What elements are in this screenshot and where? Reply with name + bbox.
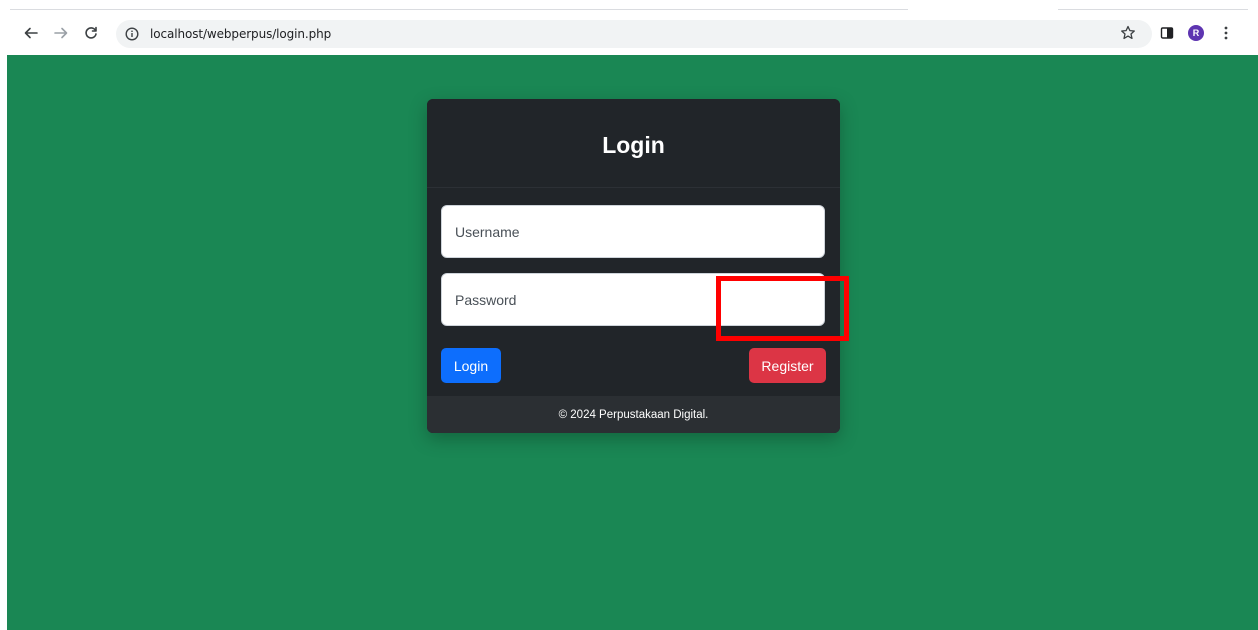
browser-toolbar: localhost/webperpus/login.php R (0, 14, 1258, 54)
login-card: Login Login Register © 2024 Perpustakaan… (427, 99, 840, 433)
reload-icon[interactable] (80, 22, 102, 44)
card-header: Login (427, 99, 840, 188)
register-button[interactable]: Register (749, 348, 826, 383)
kebab-menu-icon[interactable] (1215, 22, 1237, 44)
address-url: localhost/webperpus/login.php (150, 27, 332, 41)
login-button[interactable]: Login (441, 348, 501, 383)
address-bar[interactable]: localhost/webperpus/login.php (116, 20, 1152, 48)
star-icon[interactable] (1117, 22, 1139, 44)
card-footer: © 2024 Perpustakaan Digital. (427, 396, 840, 433)
tab-strip (0, 0, 1258, 14)
tab-strip-divider (10, 9, 908, 10)
tab-strip-divider (1058, 9, 1248, 10)
back-arrow-icon[interactable] (20, 22, 42, 44)
side-panel-icon[interactable] (1156, 22, 1178, 44)
username-input[interactable] (441, 205, 825, 258)
page-title: Login (602, 131, 665, 158)
footer-copyright: © 2024 Perpustakaan Digital. (558, 408, 709, 421)
page-viewport: Login Login Register © 2024 Perpustakaan… (7, 55, 1258, 630)
avatar: R (1188, 25, 1204, 41)
password-input[interactable] (441, 273, 825, 326)
forward-arrow-icon[interactable] (50, 22, 72, 44)
site-info-icon[interactable] (124, 26, 140, 42)
profile-avatar[interactable]: R (1185, 22, 1207, 44)
